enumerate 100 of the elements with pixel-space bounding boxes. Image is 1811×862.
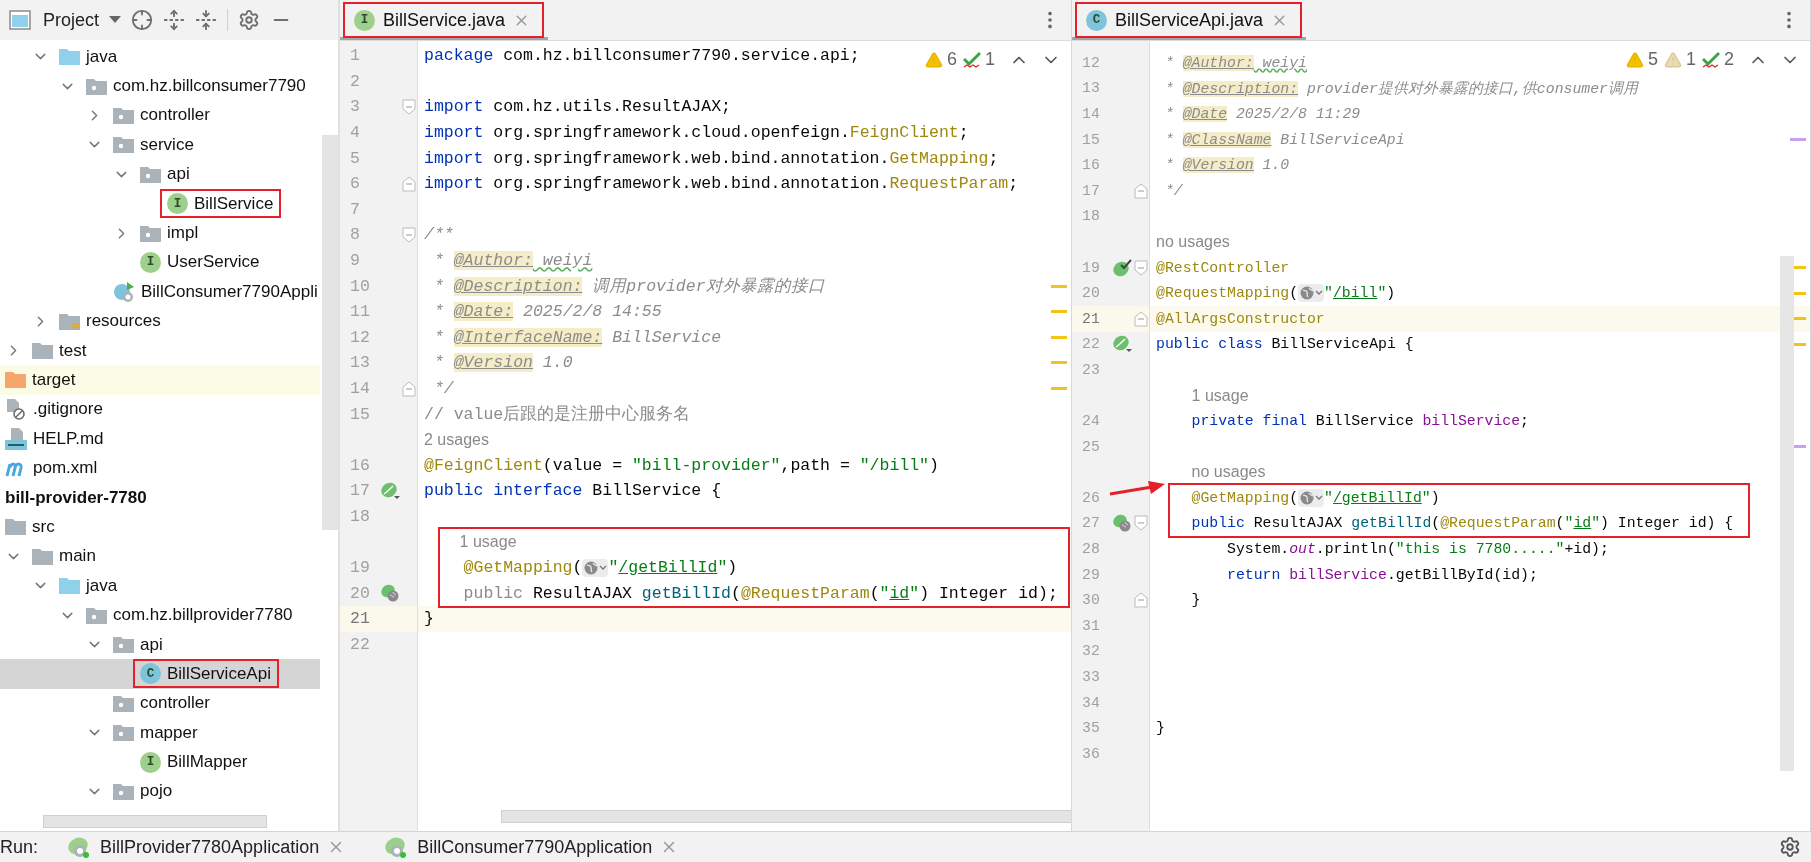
tree-item[interactable]: test (0, 335, 320, 366)
line-number: 12 (1081, 54, 1101, 71)
line-number: 13 (1081, 80, 1101, 97)
line-number: 27 (1081, 515, 1101, 532)
line-number: 23 (1081, 361, 1101, 378)
interface-icon: I (140, 751, 161, 773)
code-line: import com.hz.utils.ResultAJAX; (424, 97, 731, 117)
usage-hint[interactable]: no usages (1156, 232, 1230, 251)
line-number: 20 (1081, 285, 1101, 302)
line-number: 16 (349, 455, 371, 475)
line-number: 22 (1081, 336, 1101, 353)
tree-item[interactable]: I BillMapper (0, 747, 320, 777)
inspection-count[interactable]: 1 (1685, 49, 1696, 70)
panel-title[interactable]: Project (43, 9, 100, 31)
line-number: 3 (349, 97, 361, 117)
line-number: 34 (1081, 694, 1101, 711)
code-line: @RestController (1156, 259, 1290, 276)
tree-item[interactable]: controller (0, 688, 320, 718)
code-text: "/getBillId") (608, 558, 738, 578)
code-text: "/bill") (1324, 285, 1396, 302)
code-line: import org.springframework.web.bind.annotation.GetMapping; (424, 148, 999, 168)
tree-item[interactable]: com.hz.billconsumer7790 (0, 71, 320, 101)
code-line: private final BillService billService; (1190, 413, 1529, 430)
code-line: // value后跟的是注册中心服务名 (424, 403, 691, 426)
line-number: 36 (1081, 745, 1101, 762)
code-line: System.out.println("this is 7780....."+id); (1226, 541, 1609, 558)
tree-item[interactable]: pom.xml (0, 453, 320, 483)
tree-item[interactable]: BillConsumer7790Appli (0, 277, 320, 307)
code-line: * @Author: weiyi (432, 251, 593, 271)
tree-item[interactable]: C BillServiceApi (0, 659, 320, 689)
code-text: @RequestMapping( (1156, 285, 1299, 302)
code-line: } (424, 609, 434, 629)
line-number: 20 (349, 583, 371, 603)
tree-item[interactable]: HELP.md (0, 424, 320, 454)
line-number: 15 (1081, 131, 1101, 148)
line-number: 13 (349, 353, 371, 373)
tree-item[interactable]: I UserService (0, 247, 320, 278)
inspection-count[interactable]: 2 (1724, 49, 1734, 70)
run-tab[interactable]: BillProvider7780Application (66, 832, 360, 862)
tree-item[interactable]: I BillService (0, 188, 320, 219)
code-line: public ResultAJAX getBillId(@RequestParam("id") Integer id) { (1190, 515, 1734, 532)
line-number: 31 (1081, 617, 1101, 634)
line-number: 22 (349, 634, 371, 654)
code-text: "/getBillId") (1324, 489, 1440, 506)
line-number: 14 (349, 379, 371, 398)
tree-item[interactable]: impl (0, 218, 320, 248)
line-number: 33 (1081, 669, 1101, 686)
inspection-count[interactable]: 1 (985, 49, 995, 70)
interface-icon: I (140, 251, 161, 273)
tree-item[interactable]: controller (0, 100, 320, 131)
usage-hint[interactable]: 1 usage (459, 533, 517, 552)
line-number: 11 (349, 302, 371, 322)
tree-item[interactable]: api (0, 159, 320, 189)
code-line: import org.springframework.web.bind.annotation.RequestParam; (424, 174, 1019, 194)
tree-item[interactable]: java (0, 42, 320, 72)
code-text: @GetMapping( (462, 558, 583, 578)
line-number: 24 (1081, 413, 1101, 430)
code-line: @AllArgsConstructor (1156, 310, 1325, 327)
usage-hint[interactable]: 1 usage (1191, 386, 1249, 405)
line-number: 19 (349, 558, 371, 578)
tree-item[interactable]: service (0, 130, 320, 160)
run-label: Run: (0, 836, 39, 858)
line-number: 8 (349, 225, 361, 245)
code-line: import org.springframework.cloud.openfeign.FeignClient; (424, 123, 969, 143)
inspection-count[interactable]: 5 (1647, 49, 1658, 70)
code-line: public class BillServiceApi { (1156, 336, 1414, 353)
tree-item[interactable]: java (0, 571, 320, 601)
tree-item[interactable]: resources (0, 306, 320, 336)
tree-item[interactable]: target (0, 365, 320, 395)
tree-item[interactable]: main (0, 541, 320, 572)
tree-item[interactable]: api (0, 629, 320, 660)
code-line: */ (432, 379, 454, 398)
usage-hint[interactable]: 2 usages (424, 430, 489, 449)
line-number: 7 (349, 199, 361, 219)
usage-hint[interactable]: no usages (1191, 463, 1266, 482)
run-tab[interactable]: BillConsumer7790Application (383, 832, 693, 862)
tree-item[interactable]: com.hz.billprovider7780 (0, 600, 320, 630)
tree-item[interactable]: mapper (0, 718, 320, 748)
line-number: 21 (1081, 310, 1101, 327)
line-number: 14 (1081, 106, 1101, 122)
code-line: * @ClassName BillServiceApi (1163, 131, 1405, 148)
line-number: 25 (1081, 438, 1101, 455)
code-line: * @Date: 2025/2/8 14:55 (432, 302, 662, 322)
line-number: 30 (1081, 592, 1101, 609)
line-number: 10 (349, 276, 371, 296)
code-line: public ResultAJAX getBillId(@RequestParam("id") Integer id); (462, 583, 1058, 603)
line-number: 15 (349, 404, 371, 424)
tree-item[interactable]: src (0, 512, 320, 542)
code-line: package com.hz.billconsumer7790.service.api; (424, 46, 860, 66)
line-number: 21 (349, 609, 371, 629)
line-number: 12 (349, 327, 371, 347)
tree-item[interactable]: bill-provider-7780 (0, 482, 320, 513)
line-number: 2 (349, 71, 361, 91)
tree-item[interactable]: pojo (0, 776, 320, 807)
class-icon: C (1086, 9, 1107, 31)
code-line: * @Description: 调用provider对外暴露的接口 (432, 276, 825, 298)
inspection-count[interactable]: 6 (946, 49, 957, 70)
tree-item[interactable]: .gitignore (0, 394, 320, 425)
code-line: /** (424, 225, 454, 245)
code-text: @GetMapping( (1190, 489, 1299, 506)
